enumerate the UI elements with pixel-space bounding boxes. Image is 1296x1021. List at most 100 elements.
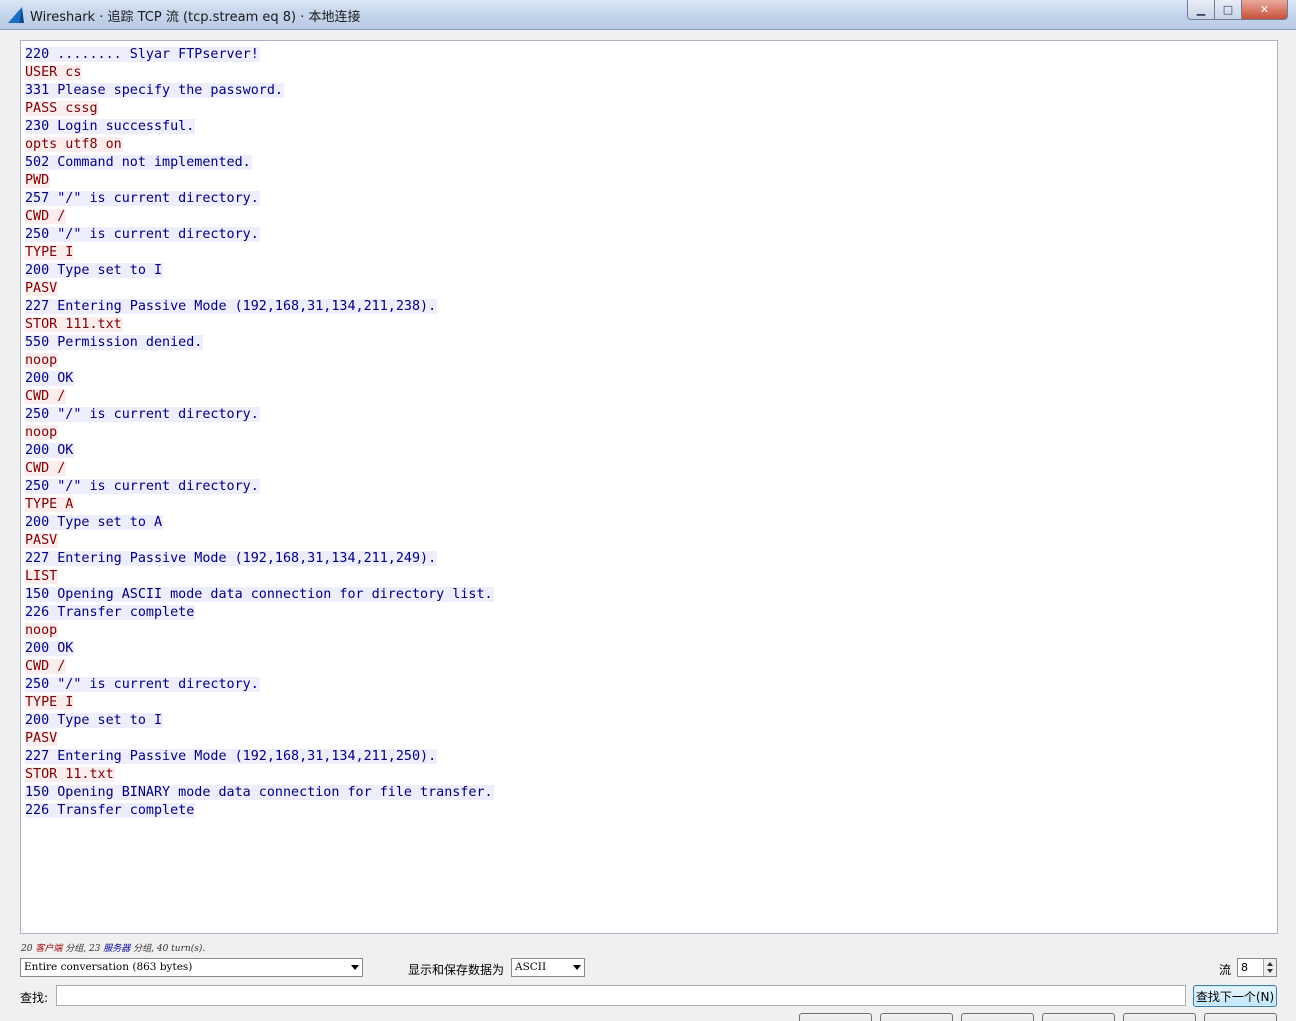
client-line: PASV <box>25 532 494 550</box>
stream-line-text: 502 Command not implemented. <box>25 155 252 170</box>
server-line: 200 OK <box>25 442 494 460</box>
server-line: 250 "/" is current directory. <box>25 676 494 694</box>
client-line: PASV <box>25 280 494 298</box>
client-line: opts utf8 on <box>25 136 494 154</box>
stream-stats: 20 客户端 分组, 23 服务器 分组, 40 turn(s). <box>21 941 205 954</box>
stream-number-spinner[interactable]: 8 <box>1237 958 1277 977</box>
server-line: 250 "/" is current directory. <box>25 478 494 496</box>
window-title: Wireshark · 追踪 TCP 流 (tcp.stream eq 8) ·… <box>30 10 361 25</box>
stream-line-text: 230 Login successful. <box>25 119 196 134</box>
chevron-down-icon <box>351 965 359 970</box>
stream-line-text: TYPE I <box>25 245 75 260</box>
server-line: 227 Entering Passive Mode (192,168,31,13… <box>25 748 494 766</box>
format-select[interactable]: ASCII <box>511 958 585 977</box>
close-button[interactable]: ✕ <box>1242 0 1288 20</box>
stream-line-text: noop <box>25 425 59 440</box>
stream-line-text: PWD <box>25 173 51 188</box>
server-line: 200 Type set to A <box>25 514 494 532</box>
server-line: 200 OK <box>25 370 494 388</box>
stream-line-text: PASS cssg <box>25 101 99 116</box>
client-line: TYPE A <box>25 496 494 514</box>
client-line: USER cs <box>25 64 494 82</box>
dialog-button-6[interactable] <box>1204 1013 1277 1021</box>
stream-line-text: PASV <box>25 533 59 548</box>
spin-up-icon[interactable] <box>1267 962 1273 966</box>
stream-line-text: 250 "/" is current directory. <box>25 407 260 422</box>
stream-line-text: CWD / <box>25 461 67 476</box>
stream-lines: 220 ........ Slyar FTPserver! USER cs 331 … <box>25 46 494 820</box>
client-line: CWD / <box>25 388 494 406</box>
server-line: 220 ........ Slyar FTPserver! <box>25 46 494 64</box>
stream-line-text: noop <box>25 623 59 638</box>
stream-line-text: CWD / <box>25 659 67 674</box>
dialog-button-3[interactable] <box>961 1013 1034 1021</box>
stream-line-text: 250 "/" is current directory. <box>25 677 260 692</box>
dialog-button-1[interactable] <box>799 1013 872 1021</box>
minimize-button[interactable]: ▁ <box>1187 0 1215 20</box>
title-bar: Wireshark · 追踪 TCP 流 (tcp.stream eq 8) ·… <box>0 0 1296 30</box>
find-next-button[interactable]: 查找下一个(N) <box>1193 985 1277 1007</box>
stream-line-text: STOR 111.txt <box>25 317 123 332</box>
server-packet-count: 23 <box>88 944 101 954</box>
stream-line-text: 227 Entering Passive Mode (192,168,31,13… <box>25 551 438 566</box>
chevron-down-icon <box>573 965 581 970</box>
find-input[interactable] <box>56 985 1186 1006</box>
server-line: 230 Login successful. <box>25 118 494 136</box>
client-line: LIST <box>25 568 494 586</box>
stream-line-text: 200 Type set to I <box>25 263 164 278</box>
stream-line-text: 250 "/" is current directory. <box>25 227 260 242</box>
maximize-button[interactable]: □ <box>1215 0 1242 20</box>
stream-line-text: PASV <box>25 281 59 296</box>
server-line: 200 Type set to I <box>25 712 494 730</box>
stream-label: 流 <box>1219 963 1232 977</box>
stream-line-text: 226 Transfer complete <box>25 803 196 818</box>
server-line: 331 Please specify the password. <box>25 82 494 100</box>
conversation-select[interactable]: Entire conversation (863 bytes) <box>20 958 363 977</box>
stream-line-text: 257 "/" is current directory. <box>25 191 260 206</box>
show-as-label: 显示和保存数据为 <box>408 963 505 977</box>
stream-line-text: 220 ........ Slyar FTPserver! <box>25 47 260 62</box>
stream-line-text: 200 OK <box>25 443 75 458</box>
server-line: 257 "/" is current directory. <box>25 190 494 208</box>
conversation-select-value: Entire conversation (863 bytes) <box>24 961 193 973</box>
format-select-value: ASCII <box>515 961 547 973</box>
server-line: 150 Opening BINARY mode data connection … <box>25 784 494 802</box>
server-line: 227 Entering Passive Mode (192,168,31,13… <box>25 550 494 568</box>
dialog-button-2[interactable] <box>880 1013 953 1021</box>
stream-line-text: 250 "/" is current directory. <box>25 479 260 494</box>
stream-line-text: opts utf8 on <box>25 137 123 152</box>
stream-line-text: 200 Type set to A <box>25 515 164 530</box>
stream-line-text: PASV <box>25 731 59 746</box>
stream-line-text: 226 Transfer complete <box>25 605 196 620</box>
server-line: 502 Command not implemented. <box>25 154 494 172</box>
server-line: 250 "/" is current directory. <box>25 226 494 244</box>
find-label: 查找: <box>20 991 49 1005</box>
client-label: 客户端 <box>35 944 63 954</box>
stream-line-text: 150 Opening ASCII mode data connection f… <box>25 587 494 602</box>
spinner-buttons[interactable] <box>1263 959 1276 976</box>
stream-text-area[interactable]: 220 ........ Slyar FTPserver! USER cs 331 … <box>20 40 1278 934</box>
dialog-button-5[interactable] <box>1123 1013 1196 1021</box>
window-controls: ▁ □ ✕ <box>1187 0 1288 20</box>
stream-line-text: 331 Please specify the password. <box>25 83 284 98</box>
stream-line-text: 227 Entering Passive Mode (192,168,31,13… <box>25 299 438 314</box>
stream-line-text: 227 Entering Passive Mode (192,168,31,13… <box>25 749 438 764</box>
client-line: noop <box>25 424 494 442</box>
client-line: STOR 11.txt <box>25 766 494 784</box>
stream-number-value: 8 <box>1241 961 1248 974</box>
client-line: noop <box>25 352 494 370</box>
server-line: 200 OK <box>25 640 494 658</box>
dialog-button-4[interactable] <box>1042 1013 1115 1021</box>
stream-line-text: USER cs <box>25 65 83 80</box>
client-line: noop <box>25 622 494 640</box>
server-line: 227 Entering Passive Mode (192,168,31,13… <box>25 298 494 316</box>
client-line: PASS cssg <box>25 100 494 118</box>
stats-sep-2: 分组, 40 turn(s). <box>130 944 206 954</box>
server-line: 226 Transfer complete <box>25 802 494 820</box>
client-line: TYPE I <box>25 244 494 262</box>
stream-line-text: 150 Opening BINARY mode data connection … <box>25 785 494 800</box>
server-line: 226 Transfer complete <box>25 604 494 622</box>
client-line: TYPE I <box>25 694 494 712</box>
server-line: 150 Opening ASCII mode data connection f… <box>25 586 494 604</box>
spin-down-icon[interactable] <box>1267 969 1273 973</box>
